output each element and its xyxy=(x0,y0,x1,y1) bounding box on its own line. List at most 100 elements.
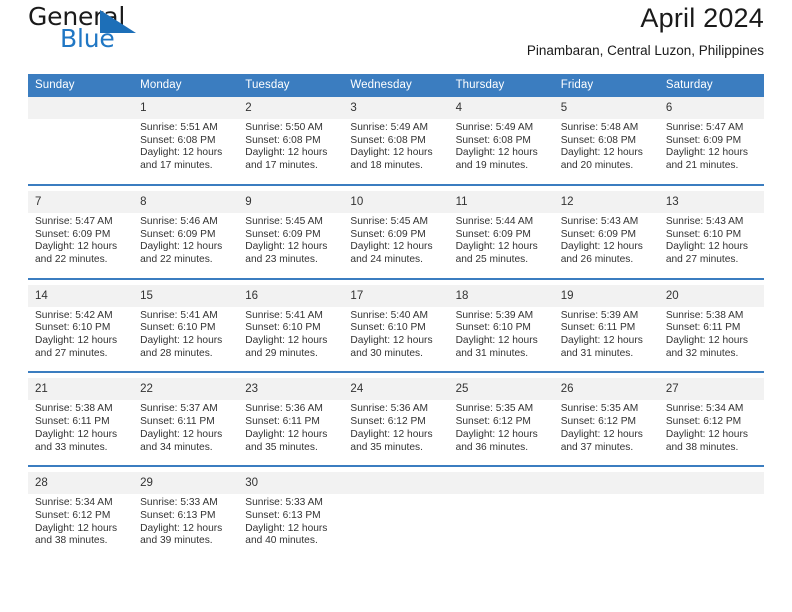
day-cell[interactable]: Sunrise: 5:43 AM Sunset: 6:10 PM Dayligh… xyxy=(658,212,764,280)
daylight-text-line1: Daylight: 12 hours xyxy=(245,241,328,253)
sunrise-text: Sunrise: 5:46 AM xyxy=(140,215,218,227)
day-number: 18 xyxy=(448,284,554,307)
daylight-text-line2: and 38 minutes. xyxy=(665,441,739,453)
day-cell[interactable] xyxy=(553,494,659,560)
sunrise-text: Sunrise: 5:37 AM xyxy=(140,403,218,415)
day-number: 8 xyxy=(133,190,239,213)
day-cell[interactable]: Sunrise: 5:47 AM Sunset: 6:09 PM Dayligh… xyxy=(28,212,134,280)
sunset-text: Sunset: 6:08 PM xyxy=(560,134,637,146)
day-cell[interactable]: Sunrise: 5:35 AM Sunset: 6:12 PM Dayligh… xyxy=(448,400,554,468)
sunset-text: Sunset: 6:13 PM xyxy=(245,509,321,521)
day-cell[interactable]: Sunrise: 5:34 AM Sunset: 6:12 PM Dayligh… xyxy=(28,494,134,560)
weekday-header-saturday: Saturday xyxy=(658,74,764,97)
sunrise-text: Sunrise: 5:49 AM xyxy=(350,122,429,133)
day-cell[interactable]: Sunrise: 5:35 AM Sunset: 6:12 PM Dayligh… xyxy=(553,400,659,468)
day-cell[interactable]: Sunrise: 5:43 AM Sunset: 6:09 PM Dayligh… xyxy=(553,212,659,280)
day-cell[interactable]: Sunrise: 5:41 AM Sunset: 6:10 PM Dayligh… xyxy=(238,306,344,374)
week-row-daynumbers: 14 15 16 17 18 19 20 xyxy=(28,284,764,307)
day-cell[interactable] xyxy=(448,494,554,560)
general-blue-logo[interactable]: General Blue xyxy=(28,4,208,56)
day-cell[interactable]: Sunrise: 5:42 AM Sunset: 6:10 PM Dayligh… xyxy=(28,306,134,374)
day-cell[interactable]: Sunrise: 5:50 AM Sunset: 6:08 PM Dayligh… xyxy=(238,119,344,186)
sunset-text: Sunset: 6:10 PM xyxy=(140,322,216,334)
day-number: 27 xyxy=(658,378,764,401)
sunset-text: Sunset: 6:10 PM xyxy=(350,322,426,334)
sunrise-text: Sunrise: 5:41 AM xyxy=(245,309,323,321)
day-cell[interactable]: Sunrise: 5:38 AM Sunset: 6:11 PM Dayligh… xyxy=(658,306,764,374)
daylight-text-line1: Daylight: 12 hours xyxy=(140,241,223,253)
sunrise-text: Sunrise: 5:47 AM xyxy=(35,215,113,227)
day-cell[interactable]: Sunrise: 5:51 AM Sunset: 6:08 PM Dayligh… xyxy=(133,119,239,186)
daylight-text-line2: and 17 minutes. xyxy=(140,160,213,172)
sunrise-text: Sunrise: 5:33 AM xyxy=(140,497,218,509)
day-number: 2 xyxy=(238,97,344,119)
week-row-daynumbers: 1 2 3 4 5 6 xyxy=(28,97,764,119)
sunrise-text: Sunrise: 5:40 AM xyxy=(350,309,429,321)
day-cell[interactable] xyxy=(658,494,764,560)
weekday-header-thursday: Thursday xyxy=(448,74,554,97)
day-cell[interactable] xyxy=(28,119,134,186)
day-number: 4 xyxy=(448,97,554,119)
day-cell[interactable]: Sunrise: 5:39 AM Sunset: 6:11 PM Dayligh… xyxy=(553,306,659,374)
daylight-text-line1: Daylight: 12 hours xyxy=(560,241,643,253)
day-cell[interactable]: Sunrise: 5:39 AM Sunset: 6:10 PM Dayligh… xyxy=(448,306,554,374)
daylight-text-line1: Daylight: 12 hours xyxy=(350,241,433,253)
day-cell[interactable]: Sunrise: 5:40 AM Sunset: 6:10 PM Dayligh… xyxy=(343,306,449,374)
weekday-header-row: Sunday Monday Tuesday Wednesday Thursday… xyxy=(28,74,764,97)
daylight-text-line1: Daylight: 12 hours xyxy=(35,522,118,534)
daylight-text-line2: and 35 minutes. xyxy=(350,441,423,453)
sunrise-text: Sunrise: 5:48 AM xyxy=(560,122,639,133)
day-cell[interactable]: Sunrise: 5:45 AM Sunset: 6:09 PM Dayligh… xyxy=(343,212,449,280)
daylight-text-line2: and 39 minutes. xyxy=(140,535,213,547)
day-cell[interactable]: Sunrise: 5:33 AM Sunset: 6:13 PM Dayligh… xyxy=(238,494,344,560)
day-cell[interactable]: Sunrise: 5:36 AM Sunset: 6:11 PM Dayligh… xyxy=(238,400,344,468)
day-number: 16 xyxy=(238,284,344,307)
sunset-text: Sunset: 6:11 PM xyxy=(245,416,320,428)
day-cell[interactable]: Sunrise: 5:33 AM Sunset: 6:13 PM Dayligh… xyxy=(133,494,239,560)
sunset-text: Sunset: 6:09 PM xyxy=(35,228,111,240)
day-number: 26 xyxy=(553,378,659,401)
day-cell[interactable] xyxy=(343,494,449,560)
daylight-text-line2: and 27 minutes. xyxy=(35,347,108,359)
day-cell[interactable]: Sunrise: 5:46 AM Sunset: 6:09 PM Dayligh… xyxy=(133,212,239,280)
week-row-details: Sunrise: 5:38 AM Sunset: 6:11 PM Dayligh… xyxy=(28,400,764,468)
daylight-text-line1: Daylight: 12 hours xyxy=(245,428,328,440)
day-cell[interactable]: Sunrise: 5:36 AM Sunset: 6:12 PM Dayligh… xyxy=(343,400,449,468)
sunrise-text: Sunrise: 5:35 AM xyxy=(560,403,639,415)
sunrise-text: Sunrise: 5:39 AM xyxy=(560,309,639,321)
day-number: 14 xyxy=(28,284,134,307)
daylight-text-line2: and 21 minutes. xyxy=(665,160,739,172)
sunrise-text: Sunrise: 5:39 AM xyxy=(455,309,534,321)
day-number xyxy=(448,472,554,495)
day-number xyxy=(553,472,659,495)
day-cell[interactable]: Sunrise: 5:34 AM Sunset: 6:12 PM Dayligh… xyxy=(658,400,764,468)
day-cell[interactable]: Sunrise: 5:48 AM Sunset: 6:08 PM Dayligh… xyxy=(553,119,659,186)
day-cell[interactable]: Sunrise: 5:37 AM Sunset: 6:11 PM Dayligh… xyxy=(133,400,239,468)
weekday-header-friday: Friday xyxy=(553,74,659,97)
page-header: General Blue April 2024 Pinambaran, Cent… xyxy=(28,0,764,74)
sunrise-text: Sunrise: 5:47 AM xyxy=(665,122,744,133)
daylight-text-line2: and 31 minutes. xyxy=(560,347,634,359)
calendar-page: General Blue April 2024 Pinambaran, Cent… xyxy=(0,0,792,612)
day-cell[interactable]: Sunrise: 5:49 AM Sunset: 6:08 PM Dayligh… xyxy=(343,119,449,186)
sunrise-text: Sunrise: 5:36 AM xyxy=(245,403,323,415)
week-row-details: Sunrise: 5:47 AM Sunset: 6:09 PM Dayligh… xyxy=(28,212,764,280)
day-cell[interactable]: Sunrise: 5:45 AM Sunset: 6:09 PM Dayligh… xyxy=(238,212,344,280)
sunset-text: Sunset: 6:09 PM xyxy=(350,228,426,240)
sunrise-text: Sunrise: 5:35 AM xyxy=(455,403,534,415)
day-cell[interactable]: Sunrise: 5:47 AM Sunset: 6:09 PM Dayligh… xyxy=(658,119,764,186)
day-cell[interactable]: Sunrise: 5:49 AM Sunset: 6:08 PM Dayligh… xyxy=(448,119,554,186)
weekday-header-wednesday: Wednesday xyxy=(343,74,449,97)
sunset-text: Sunset: 6:08 PM xyxy=(140,134,216,146)
day-cell[interactable]: Sunrise: 5:41 AM Sunset: 6:10 PM Dayligh… xyxy=(133,306,239,374)
day-cell[interactable]: Sunrise: 5:38 AM Sunset: 6:11 PM Dayligh… xyxy=(28,400,134,468)
daylight-text-line2: and 38 minutes. xyxy=(35,535,108,547)
daylight-text-line1: Daylight: 12 hours xyxy=(245,522,328,534)
day-number: 13 xyxy=(658,190,764,213)
sunset-text: Sunset: 6:10 PM xyxy=(455,322,531,334)
day-number: 28 xyxy=(28,472,134,495)
day-number: 21 xyxy=(28,378,134,401)
daylight-text-line1: Daylight: 12 hours xyxy=(665,241,748,253)
day-cell[interactable]: Sunrise: 5:44 AM Sunset: 6:09 PM Dayligh… xyxy=(448,212,554,280)
daylight-text-line1: Daylight: 12 hours xyxy=(140,335,223,347)
